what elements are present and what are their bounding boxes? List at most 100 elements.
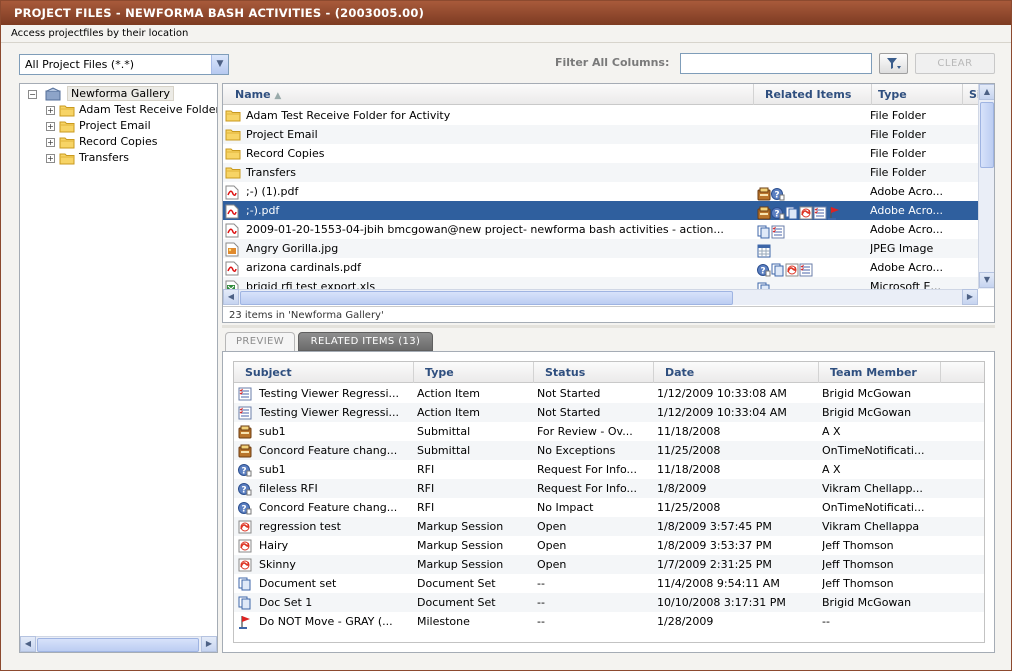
chevron-down-icon[interactable]: ▼ bbox=[211, 55, 228, 74]
column-team-member[interactable]: Team Member bbox=[819, 362, 941, 383]
files-scroll-thumb-horizontal[interactable] bbox=[240, 291, 733, 305]
files-horizontal-scrollbar[interactable]: ◀ ▶ bbox=[223, 289, 978, 305]
file-row[interactable]: Record Copies File Folder bbox=[223, 144, 978, 163]
submittal-icon[interactable] bbox=[757, 187, 771, 201]
subject-cell: Testing Viewer Regressi... bbox=[238, 384, 414, 403]
related-items-cell bbox=[757, 220, 867, 239]
markup-icon[interactable] bbox=[799, 206, 813, 220]
file-name-cell: ;-).pdf bbox=[225, 201, 753, 220]
item-team-member: Brigid McGowan bbox=[822, 387, 912, 400]
file-row[interactable]: Transfers File Folder bbox=[223, 163, 978, 182]
related-item-row[interactable]: Testing Viewer Regressi... Action Item Not… bbox=[234, 384, 984, 403]
expand-icon[interactable]: + bbox=[46, 153, 55, 163]
tree-scroll-thumb[interactable] bbox=[37, 638, 199, 652]
action-item-icon[interactable] bbox=[771, 225, 785, 239]
scroll-down-icon[interactable]: ▼ bbox=[979, 272, 994, 288]
related-item-row[interactable]: Testing Viewer Regressi... Action Item Not… bbox=[234, 403, 984, 422]
related-items-cell bbox=[757, 106, 867, 125]
action-item-icon[interactable] bbox=[799, 263, 813, 277]
subject-cell: Hairy bbox=[238, 536, 414, 555]
item-status: Not Started bbox=[537, 406, 601, 419]
rfi-icon[interactable]: ? bbox=[771, 187, 785, 201]
tree-node[interactable]: + Adam Test Receive Folder for Activity bbox=[46, 102, 217, 118]
file-row[interactable]: Project Email File Folder bbox=[223, 125, 978, 144]
tree-node[interactable]: + Project Email bbox=[46, 118, 151, 134]
document-set-icon[interactable] bbox=[785, 206, 798, 220]
file-filter-select-value: All Project Files (*.*) bbox=[25, 58, 134, 71]
file-row[interactable]: 2009-01-20-1553-04-jbih bmcgowan@new pro… bbox=[223, 220, 978, 239]
markup-icon[interactable] bbox=[785, 263, 799, 277]
files-scroll-thumb-vertical[interactable] bbox=[980, 102, 994, 168]
item-team-member: A X bbox=[822, 425, 841, 438]
item-status: No Impact bbox=[537, 501, 594, 514]
related-item-row[interactable]: ? Concord Feature chang... RFI No Impact 11/… bbox=[234, 498, 984, 517]
subject-text: Concord Feature chang... bbox=[259, 444, 398, 457]
item-date: 11/18/2008 bbox=[657, 425, 721, 438]
file-row[interactable]: Angry Gorilla.jpg JPEG Image bbox=[223, 239, 978, 258]
related-item-row[interactable]: Concord Feature chang... Submittal No Exce… bbox=[234, 441, 984, 460]
submittal-icon[interactable] bbox=[757, 206, 771, 220]
file-type: File Folder bbox=[870, 128, 926, 141]
tree-root-node[interactable]: − Newforma Gallery bbox=[28, 86, 175, 102]
tab-preview[interactable]: PREVIEW bbox=[225, 332, 295, 351]
folder-icon bbox=[59, 136, 75, 149]
expand-icon[interactable]: + bbox=[46, 121, 55, 131]
collapse-icon[interactable]: − bbox=[28, 89, 37, 99]
related-item-row[interactable]: ? fileless RFI RFI Request For Info... 1/8/2… bbox=[234, 479, 984, 498]
file-name-cell: Adam Test Receive Folder for Activity bbox=[225, 106, 753, 125]
related-items-cell bbox=[757, 144, 867, 163]
scroll-left-icon[interactable]: ◀ bbox=[223, 289, 239, 305]
milestone-icon[interactable] bbox=[827, 206, 840, 220]
scroll-right-icon[interactable]: ▶ bbox=[962, 289, 978, 305]
rfi-icon[interactable]: ? bbox=[771, 206, 785, 220]
column-date[interactable]: Date bbox=[654, 362, 819, 383]
action-item-icon[interactable] bbox=[813, 206, 827, 220]
files-status-text: 23 items in 'Newforma Gallery' bbox=[223, 306, 994, 322]
related-item-row[interactable]: Doc Set 1 Document Set -- 10/10/2008 3:17:3… bbox=[234, 593, 984, 612]
tree-node[interactable]: + Record Copies bbox=[46, 134, 157, 150]
subject-text: Document set bbox=[259, 577, 337, 590]
related-item-row[interactable]: Do NOT Move - GRAY (... Milestone -- 1/28/2… bbox=[234, 612, 984, 631]
document-set-icon[interactable] bbox=[757, 225, 770, 239]
related-items-grid: Subject Type Status Date Team Member Tes… bbox=[233, 361, 985, 643]
related-item-row[interactable]: ? sub1 RFI Request For Info... 11/18/2008 A X bbox=[234, 460, 984, 479]
panel-splitter[interactable] bbox=[222, 325, 995, 328]
files-vertical-scrollbar[interactable]: ▲ ▼ bbox=[978, 84, 994, 289]
expand-icon[interactable]: + bbox=[46, 137, 55, 147]
file-row[interactable]: ;-) (1).pdf? Adobe Acro... bbox=[223, 182, 978, 201]
column-type[interactable]: Type bbox=[872, 84, 963, 105]
tree-horizontal-scrollbar[interactable]: ◀ ▶ bbox=[20, 636, 217, 652]
column-rel-type[interactable]: Type bbox=[414, 362, 534, 383]
file-type: Adobe Acro... bbox=[870, 261, 943, 274]
filter-dropdown-button[interactable] bbox=[879, 53, 908, 74]
column-status[interactable]: Status bbox=[534, 362, 654, 383]
item-type: Milestone bbox=[417, 615, 470, 628]
file-row[interactable]: Adam Test Receive Folder for Activity Fil… bbox=[223, 106, 978, 125]
rfi-icon[interactable]: ? bbox=[757, 263, 771, 277]
file-filter-select[interactable]: All Project Files (*.*) ▼ bbox=[19, 54, 229, 75]
item-team-member: Jeff Thomson bbox=[822, 539, 894, 552]
tree-node[interactable]: + Transfers bbox=[46, 150, 129, 166]
related-item-row[interactable]: regression test Markup Session Open 1/8/200… bbox=[234, 517, 984, 536]
related-item-row[interactable]: Hairy Markup Session Open 1/8/2009 3:53:37 … bbox=[234, 536, 984, 555]
scroll-up-icon[interactable]: ▲ bbox=[979, 84, 994, 100]
related-item-row[interactable]: Skinny Markup Session Open 1/7/2009 2:31:25… bbox=[234, 555, 984, 574]
file-row[interactable]: arizona cardinals.pdf? Adobe Acro... bbox=[223, 258, 978, 277]
clear-button[interactable]: CLEAR bbox=[915, 53, 995, 74]
column-name[interactable]: Name ▲ bbox=[223, 84, 754, 105]
related-item-row[interactable]: sub1 Submittal For Review - Ov... 11/18/200… bbox=[234, 422, 984, 441]
subject-cell: regression test bbox=[238, 517, 414, 536]
calendar-icon[interactable] bbox=[757, 244, 771, 258]
column-related-items[interactable]: Related Items bbox=[754, 84, 872, 105]
tab-related-items[interactable]: RELATED ITEMS (13) bbox=[298, 332, 433, 351]
related-item-row[interactable]: Document set Document Set -- 11/4/2008 9:54… bbox=[234, 574, 984, 593]
subject-cell: Doc Set 1 bbox=[238, 593, 414, 612]
folder-icon bbox=[225, 166, 241, 181]
document-set-icon[interactable] bbox=[771, 263, 784, 277]
expand-icon[interactable]: + bbox=[46, 105, 55, 115]
scroll-right-icon[interactable]: ▶ bbox=[201, 636, 217, 652]
filter-all-columns-input[interactable] bbox=[680, 53, 872, 74]
file-row[interactable]: ;-).pdf? Adobe Acro... bbox=[223, 201, 978, 220]
scroll-left-icon[interactable]: ◀ bbox=[20, 636, 36, 652]
column-subject[interactable]: Subject bbox=[234, 362, 414, 383]
